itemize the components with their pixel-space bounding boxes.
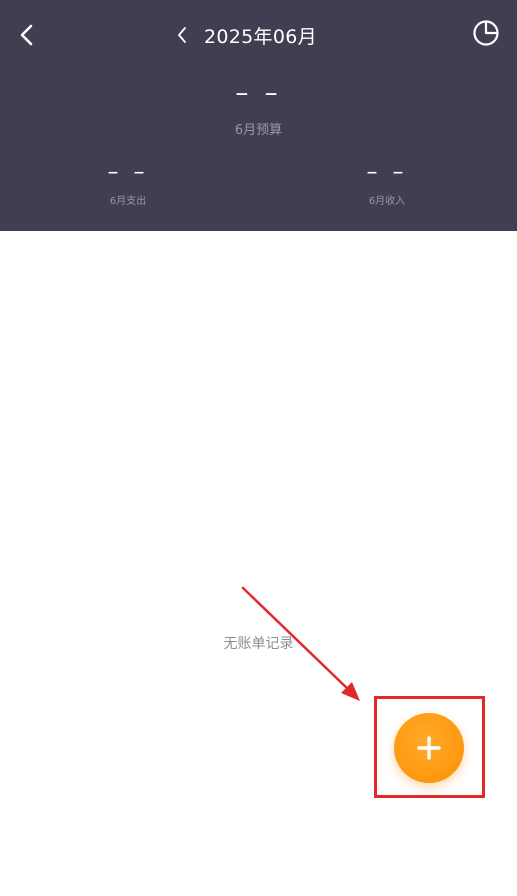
chevron-left-icon	[178, 27, 186, 43]
expense-summary: – – 6月支出	[48, 158, 208, 207]
month-title[interactable]: 2025年06月	[204, 22, 317, 49]
prev-month-button[interactable]	[170, 20, 194, 50]
budget-value: – –	[235, 78, 282, 108]
plus-icon	[417, 736, 441, 760]
expense-label: 6月支出	[109, 196, 147, 207]
pie-chart-icon	[473, 20, 499, 46]
income-label: 6月收入	[368, 196, 406, 207]
bill-page: 2025年06月 – – 6月预算 – – 6月支出 – – 6月收入 无账单记…	[0, 0, 517, 896]
statistics-button[interactable]	[471, 18, 501, 48]
income-summary: – – 6月收入	[307, 158, 467, 207]
empty-state-text: 无账单记录	[223, 636, 294, 652]
add-record-button[interactable]	[394, 713, 464, 783]
summary-header: 2025年06月 – – 6月预算 – – 6月支出 – – 6月收入	[0, 0, 517, 231]
back-arrow-icon	[20, 24, 33, 46]
budget-label: 6月预算	[234, 123, 283, 138]
back-button[interactable]	[12, 20, 42, 50]
expense-value: – –	[107, 160, 149, 185]
income-value: – –	[366, 160, 408, 185]
month-selector: 2025年06月	[170, 18, 317, 52]
